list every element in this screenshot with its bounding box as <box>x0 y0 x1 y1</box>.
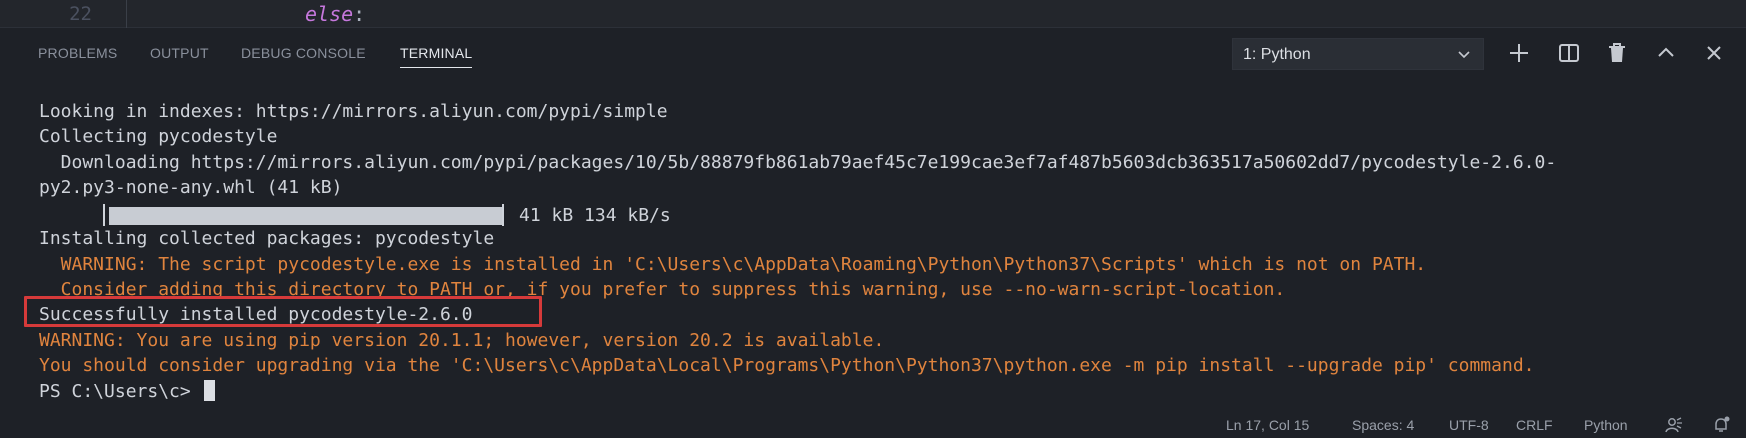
notifications-bell-icon[interactable] <box>1711 415 1731 435</box>
terminal-warning-line: WARNING: The script pycodestyle.exe is i… <box>39 254 1427 275</box>
terminal-line: Looking in indexes: https://mirrors.aliy… <box>39 101 668 122</box>
progress-stats: 41 kB 134 kB/s <box>519 205 671 226</box>
progress-bar-fill <box>109 207 502 225</box>
keyword-else: else <box>305 2 354 26</box>
trash-icon[interactable] <box>1603 39 1631 67</box>
plus-icon[interactable] <box>1505 39 1533 67</box>
status-cursor-position[interactable]: Ln 17, Col 15 <box>1226 417 1309 433</box>
progress-bar-track <box>103 204 504 226</box>
terminal-output[interactable]: Looking in indexes: https://mirrors.aliy… <box>0 80 1746 410</box>
chevron-down-icon <box>1457 47 1471 61</box>
panel-header: PROBLEMS OUTPUT DEBUG CONSOLE TERMINAL 1… <box>0 28 1746 80</box>
line-number: 22 <box>69 3 92 25</box>
indent-guide <box>126 0 127 28</box>
feedback-icon[interactable] <box>1664 415 1684 435</box>
tab-problems[interactable]: PROBLEMS <box>38 45 117 67</box>
status-indentation[interactable]: Spaces: 4 <box>1352 417 1414 433</box>
terminal-line: Installing collected packages: pycodesty… <box>39 228 495 249</box>
tab-output[interactable]: OUTPUT <box>150 45 209 67</box>
terminal-warning-line: WARNING: You are using pip version 20.1.… <box>39 330 885 351</box>
terminal-selector-dropdown[interactable]: 1: Python <box>1232 38 1484 70</box>
terminal-line: Downloading https://mirrors.aliyun.com/p… <box>39 152 1557 173</box>
terminal-line: Collecting pycodestyle <box>39 126 278 147</box>
split-terminal-icon[interactable] <box>1555 39 1583 67</box>
close-icon[interactable] <box>1700 39 1728 67</box>
terminal-prompt: PS C:\Users\c> <box>39 381 202 402</box>
code-colon: : <box>353 2 366 26</box>
tab-terminal[interactable]: TERMINAL <box>400 45 473 68</box>
status-encoding[interactable]: UTF-8 <box>1449 417 1489 433</box>
terminal-warning-line: You should consider upgrading via the 'C… <box>39 355 1535 376</box>
success-line: Successfully installed pycodestyle-2.6.0 <box>39 304 473 325</box>
status-eol[interactable]: CRLF <box>1516 417 1553 433</box>
terminal-line: py2.py3-none-any.whl (41 kB) <box>39 177 343 198</box>
terminal-cursor <box>203 380 215 401</box>
status-bar: Ln 17, Col 15 Spaces: 4 UTF-8 CRLF Pytho… <box>0 410 1746 438</box>
editor-area[interactable]: 22 else: <box>0 0 1746 28</box>
status-language[interactable]: Python <box>1584 417 1628 433</box>
code-keyword: else: <box>305 2 365 26</box>
maximize-panel-icon[interactable] <box>1652 39 1680 67</box>
terminal-selector-value: 1: Python <box>1243 46 1311 63</box>
tab-debug-console[interactable]: DEBUG CONSOLE <box>241 45 366 67</box>
terminal-prompt-line[interactable]: PS C:\Users\c> <box>39 379 215 405</box>
